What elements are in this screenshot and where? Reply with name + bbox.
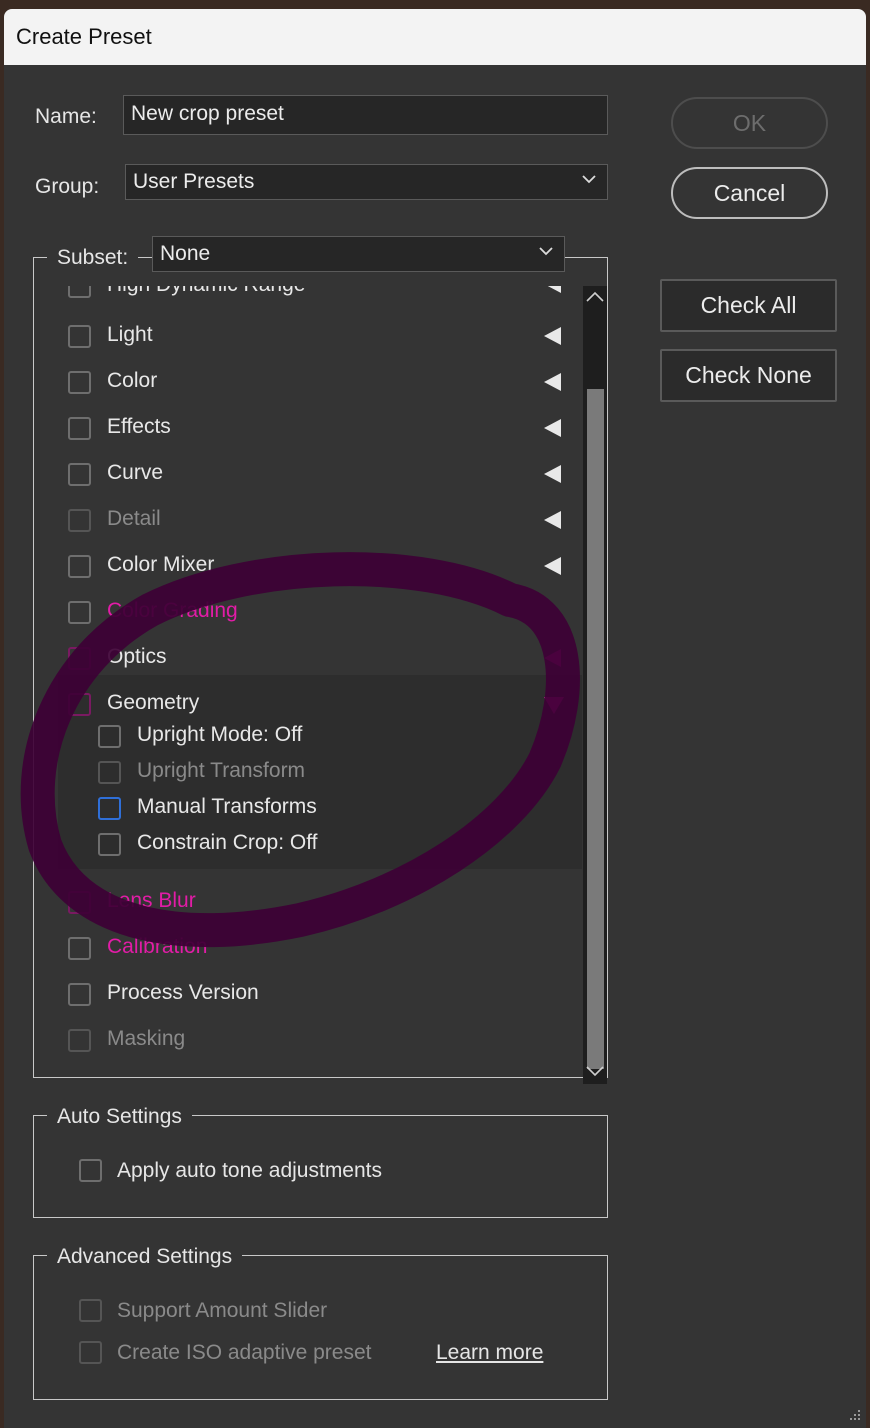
list-item-label: Light	[107, 323, 153, 346]
list-item-effects[interactable]: Effects	[35, 405, 583, 451]
apply-auto-tone-checkbox[interactable]	[79, 1159, 102, 1182]
ok-button[interactable]: OK	[671, 97, 828, 149]
sub-item-upright-transform[interactable]: Upright Transform	[35, 753, 583, 789]
list-item-label: Process Version	[107, 981, 259, 1004]
apply-auto-tone-label: Apply auto tone adjustments	[117, 1159, 383, 1182]
expanded-arrow-icon[interactable]	[544, 697, 564, 714]
list-item-color-grading[interactable]: Color Grading	[35, 589, 583, 635]
checkbox[interactable]	[98, 725, 121, 748]
collapsed-arrow-icon[interactable]	[544, 465, 561, 483]
checkbox[interactable]	[68, 891, 91, 914]
chevron-down-icon	[582, 175, 596, 184]
collapsed-arrow-icon[interactable]	[544, 511, 561, 529]
list-item-label: Detail	[107, 507, 161, 530]
name-input-value: New crop preset	[131, 102, 284, 125]
chevron-down-icon	[539, 247, 553, 256]
checkbox[interactable]	[68, 555, 91, 578]
subset-select[interactable]: None	[152, 236, 565, 272]
checkbox[interactable]	[98, 833, 121, 856]
list-item-light[interactable]: Light	[35, 313, 583, 359]
checkbox[interactable]	[68, 371, 91, 394]
list-item-label: Optics	[107, 645, 167, 668]
list-item-label: High Dynamic Range	[107, 286, 305, 297]
list-scrollbar[interactable]	[583, 286, 607, 1084]
advanced-settings-title: Advanced Settings	[47, 1245, 243, 1269]
subset-label: Subset:	[47, 246, 139, 270]
list-item-detail[interactable]: Detail	[35, 497, 583, 543]
collapsed-arrow-icon[interactable]	[544, 373, 561, 391]
list-item-label: Masking	[107, 1027, 186, 1050]
list-item-label: Lens Blur	[107, 889, 196, 912]
learn-more-link[interactable]: Learn more	[436, 1341, 543, 1365]
checkbox[interactable]	[68, 601, 91, 624]
group-label: Group:	[35, 175, 100, 198]
sub-item-label: Upright Transform	[137, 759, 306, 782]
checkbox[interactable]	[68, 286, 91, 298]
list-item-label: Calibration	[107, 935, 208, 958]
sub-item-upright-mode[interactable]: Upright Mode: Off	[35, 717, 583, 753]
support-amount-slider-checkbox[interactable]	[79, 1299, 102, 1322]
list-item-label: Curve	[107, 461, 164, 484]
list-item-lens-blur[interactable]: Lens Blur	[35, 879, 583, 925]
collapsed-arrow-icon[interactable]	[544, 649, 561, 667]
list-item-partial[interactable]: High Dynamic Range	[35, 286, 583, 309]
auto-settings-title: Auto Settings	[47, 1105, 192, 1129]
cancel-button[interactable]: Cancel	[671, 167, 828, 219]
collapsed-arrow-icon[interactable]	[544, 419, 561, 437]
list-item-label: Color Grading	[107, 599, 238, 622]
list-item-label: Color	[107, 369, 158, 392]
create-preset-dialog: Create Preset Name: New crop preset Grou…	[4, 9, 866, 1428]
scroll-up-icon[interactable]	[586, 290, 604, 304]
checkbox[interactable]	[68, 983, 91, 1006]
sub-item-constrain-crop[interactable]: Constrain Crop: Off	[35, 825, 583, 861]
group-select-value: User Presets	[133, 170, 255, 193]
title-bar[interactable]: Create Preset	[4, 9, 866, 65]
iso-adaptive-checkbox[interactable]	[79, 1341, 102, 1364]
list-item-process-version[interactable]: Process Version	[35, 971, 583, 1017]
scroll-down-icon[interactable]	[586, 1064, 604, 1078]
list-item-color[interactable]: Color	[35, 359, 583, 405]
iso-adaptive-label: Create ISO adaptive preset	[117, 1341, 372, 1364]
sub-item-manual-transforms[interactable]: Manual Transforms	[35, 789, 583, 825]
sub-item-label: Constrain Crop: Off	[137, 831, 318, 854]
checkbox[interactable]	[68, 463, 91, 486]
sub-item-label: Manual Transforms	[137, 795, 317, 818]
checkbox[interactable]	[98, 797, 121, 820]
checkbox[interactable]	[68, 693, 91, 716]
check-none-button[interactable]: Check None	[660, 349, 837, 402]
name-input[interactable]: New crop preset	[123, 95, 608, 135]
advanced-settings-group	[33, 1255, 608, 1400]
list-item-label: Geometry	[107, 691, 200, 714]
name-label: Name:	[35, 105, 97, 128]
checkbox[interactable]	[68, 325, 91, 348]
scrollbar-thumb[interactable]	[587, 389, 604, 1069]
checkbox[interactable]	[68, 1029, 91, 1052]
list-item-optics[interactable]: Optics	[35, 635, 583, 681]
settings-list: High Dynamic Range Light Color Effects C…	[35, 286, 583, 1076]
subset-select-value: None	[160, 242, 211, 265]
collapsed-arrow-icon[interactable]	[544, 327, 561, 345]
sub-item-label: Upright Mode: Off	[137, 723, 303, 746]
checkbox[interactable]	[68, 937, 91, 960]
support-amount-slider-label: Support Amount Slider	[117, 1299, 328, 1322]
collapsed-arrow-icon[interactable]	[544, 557, 561, 575]
window-title: Create Preset	[16, 24, 152, 49]
resize-grip-icon[interactable]	[846, 1408, 862, 1424]
list-item-curve[interactable]: Curve	[35, 451, 583, 497]
list-item-label: Effects	[107, 415, 171, 438]
list-item-calibration[interactable]: Calibration	[35, 925, 583, 971]
checkbox[interactable]	[68, 509, 91, 532]
list-item-label: Color Mixer	[107, 553, 215, 576]
list-item-color-mixer[interactable]: Color Mixer	[35, 543, 583, 589]
collapsed-arrow-icon[interactable]	[544, 286, 561, 293]
checkbox[interactable]	[98, 761, 121, 784]
checkbox[interactable]	[68, 647, 91, 670]
check-all-button[interactable]: Check All	[660, 279, 837, 332]
group-select[interactable]: User Presets	[125, 164, 608, 200]
checkbox[interactable]	[68, 417, 91, 440]
list-item-masking[interactable]: Masking	[35, 1017, 583, 1063]
